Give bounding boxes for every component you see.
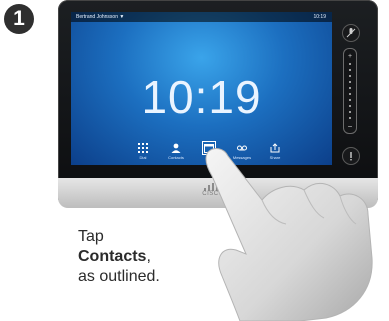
instruction-keyword: Contacts [78, 248, 147, 265]
instruction-line-1: Tap [78, 228, 104, 245]
instruction-text: Tap Contacts, as outlined. [78, 227, 160, 287]
instruction-line-3: as outlined. [78, 268, 160, 285]
pointing-hand-illustration [205, 148, 373, 321]
instruction-line-2: Contacts, [78, 247, 160, 267]
instruction-punctuation: , [146, 248, 151, 265]
